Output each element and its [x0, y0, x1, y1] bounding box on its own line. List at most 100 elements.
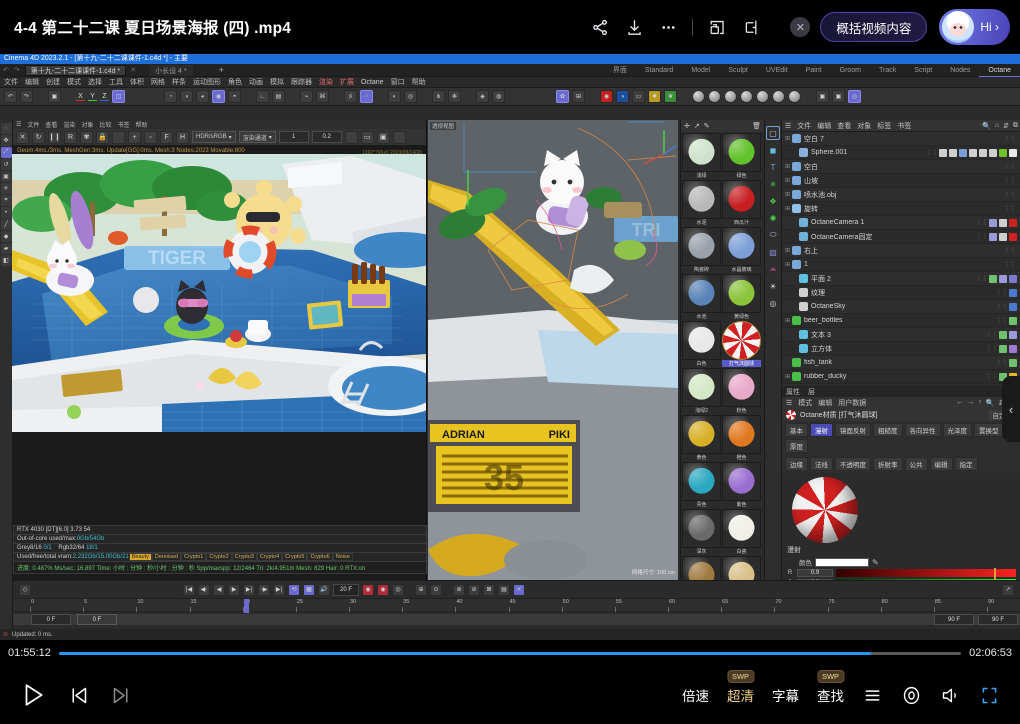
timeline-range-bar[interactable]: 0 F 0 F 90 F 90 F — [13, 614, 1020, 625]
octane-material-specular-icon[interactable] — [724, 90, 737, 103]
range-start-field-2[interactable]: 0 F — [77, 614, 117, 625]
attr-tab-置换型[interactable]: 置换型 — [974, 423, 1004, 437]
lock-render-icon[interactable]: 🔒 — [96, 131, 109, 144]
om-home-icon[interactable]: ⌂ — [995, 122, 999, 130]
visibility-dots-icon[interactable]: ⋮⋮ — [995, 289, 1009, 296]
visibility-dots-icon[interactable]: ⋮⋮ — [995, 359, 1009, 366]
rail-cloner-icon[interactable]: ❖ — [766, 194, 780, 208]
play-forward-icon[interactable]: ▶ — [228, 584, 240, 596]
range-end-field-2[interactable]: 90 F — [978, 614, 1018, 625]
object-row[interactable]: ⊞空白⋮⋮ — [782, 160, 1020, 174]
assistant-button[interactable]: Hi › — [939, 9, 1010, 45]
camera-icon[interactable]: ◎ — [404, 90, 417, 103]
scale-tool-icon[interactable]: ⤢ — [1, 147, 12, 158]
expand-toggle-icon[interactable]: ⊞ — [785, 317, 792, 324]
save-image-icon[interactable]: ▣ — [377, 131, 390, 144]
rail-effector-icon[interactable]: ✺ — [766, 211, 780, 225]
gamma-field[interactable]: 0.2 — [312, 131, 342, 143]
visibility-dots-icon[interactable]: ⋮⋮ — [1003, 261, 1017, 268]
menu-item-11[interactable]: 动画 — [249, 77, 263, 87]
attr-tab-properties[interactable]: 属性 — [786, 387, 800, 397]
array-object-icon[interactable]: ▤ — [272, 90, 285, 103]
menu-item-1[interactable]: 编辑 — [25, 77, 39, 87]
layout-tab-paint[interactable]: Paint — [797, 64, 831, 77]
rail-deformer-icon[interactable]: ⬭ — [766, 228, 780, 242]
om-new-window-icon[interactable]: ⧉ — [1013, 122, 1018, 130]
menu-item-15[interactable]: 扩展 — [340, 77, 354, 87]
restart-render-icon[interactable]: ↻ — [32, 131, 45, 144]
zoom-in-icon[interactable]: + — [128, 131, 141, 144]
world-coordinates-icon[interactable]: ◫ — [112, 90, 125, 103]
attr-tab-镜面反射[interactable]: 镜面反射 — [835, 423, 871, 437]
layout-tab-groom[interactable]: Groom — [831, 64, 870, 77]
octane-render-icon[interactable]: ◑ — [616, 90, 629, 103]
menu-item-16[interactable]: Octane — [361, 79, 384, 86]
octane-material-toon-icon[interactable] — [772, 90, 785, 103]
menu-item-12[interactable]: 模拟 — [270, 77, 284, 87]
octane-viewport-icon[interactable]: ▭ — [632, 90, 645, 103]
delete-material-icon[interactable]: 🗑 — [752, 122, 761, 130]
expand-toggle-icon[interactable]: ⊞ — [785, 373, 792, 380]
object-tag[interactable] — [1009, 317, 1017, 325]
object-tag[interactable] — [1009, 345, 1017, 353]
layout-tab-octane[interactable]: Octane — [979, 64, 1020, 77]
visibility-dots-icon[interactable]: ⋮⋮ — [1003, 205, 1017, 212]
expand-toggle-icon[interactable]: ⊞ — [785, 191, 792, 198]
axis-z-label[interactable]: Z — [100, 93, 109, 101]
object-tag[interactable] — [1009, 149, 1017, 157]
object-row[interactable]: OctaneCamera固定⋮⋮ — [782, 230, 1020, 244]
timeline-expand-icon[interactable]: ↗ — [1002, 584, 1014, 596]
snap-tool-icon[interactable]: ✛ — [1, 183, 12, 194]
download-icon[interactable] — [617, 10, 651, 44]
object-row[interactable]: OctaneCamera 1⋮⋮ — [782, 216, 1020, 230]
material-item[interactable]: 粉色 — [722, 368, 761, 414]
expand-toggle-icon[interactable]: ⊞ — [785, 261, 792, 268]
render-pass-tag-crypto6[interactable]: Crypto6 — [307, 553, 332, 561]
rail-cube-outline-icon[interactable]: ▢ — [766, 126, 780, 140]
material-item[interactable]: 绿色 — [722, 133, 761, 179]
menu-item-0[interactable]: 文件 — [4, 77, 18, 87]
rv-menu-1[interactable]: 查看 — [45, 120, 57, 129]
render-pass-tag-crypto1[interactable]: Crypto1 — [181, 553, 206, 561]
object-tag[interactable] — [999, 149, 1007, 157]
object-row[interactable]: ⊞1⋮⋮ — [782, 258, 1020, 272]
loop-playback-icon[interactable]: ⟲ — [288, 584, 300, 596]
colorspace-dropdown[interactable]: HDR/sRGB▾ — [192, 131, 236, 143]
layout-tab-script[interactable]: Script — [905, 64, 941, 77]
axis-y-label[interactable]: Y — [88, 93, 97, 101]
autokey-icon[interactable]: ◉ — [362, 584, 374, 596]
layout-tab-uvedit[interactable]: UVEdit — [757, 64, 797, 77]
octane-material-glossy-icon[interactable] — [708, 90, 721, 103]
om-menu-file[interactable]: 文件 — [797, 121, 811, 131]
material-item[interactable]: 黄绿色 — [722, 274, 761, 320]
seek-bar[interactable] — [59, 652, 961, 655]
om-search-icon[interactable]: 🔍 — [982, 122, 991, 130]
octane-material-diffuse-icon[interactable] — [692, 90, 705, 103]
record-active-icon[interactable]: ◉ — [377, 584, 389, 596]
menu-item-9[interactable]: 运动图形 — [193, 77, 221, 87]
visibility-dots-icon[interactable]: ⋮⋮ — [975, 275, 989, 282]
next-button[interactable] — [111, 685, 132, 706]
render-pass-tag-denoised[interactable]: Denoised — [152, 553, 181, 561]
menu-item-4[interactable]: 选择 — [88, 77, 102, 87]
workplane-icon[interactable]: ⌗ — [1, 195, 12, 206]
spline-pen-icon[interactable]: ⌁ — [300, 90, 313, 103]
color-picker-icon[interactable]: ✎ — [872, 558, 879, 567]
visibility-dots-icon[interactable]: ⋮⋮ — [985, 345, 999, 352]
visibility-dots-icon[interactable]: ⋮⋮ — [1003, 163, 1017, 170]
object-tag[interactable] — [999, 219, 1007, 227]
save-preset-icon[interactable]: ▣ — [816, 90, 829, 103]
material-item[interactable]: 深灰 — [682, 509, 721, 555]
octane-material-portal-icon[interactable] — [756, 90, 769, 103]
attr-hamburger-icon[interactable]: ☰ — [786, 399, 792, 407]
share-icon[interactable] — [583, 10, 617, 44]
rail-simulation-icon[interactable]: ⩕ — [766, 262, 780, 276]
summarize-video-button[interactable]: 概括视频内容 — [820, 12, 927, 42]
speed-button[interactable]: 倍速 — [682, 685, 709, 705]
attr-tab-粗糙度[interactable]: 粗糙度 — [873, 423, 903, 437]
rv-menu-0[interactable]: 文件 — [27, 120, 39, 129]
cast-icon[interactable] — [734, 10, 768, 44]
layout-tab-nodes[interactable]: Nodes — [941, 64, 979, 77]
expand-toggle-icon[interactable]: ⊞ — [785, 163, 792, 170]
material-item[interactable]: 水泥 — [682, 180, 721, 226]
